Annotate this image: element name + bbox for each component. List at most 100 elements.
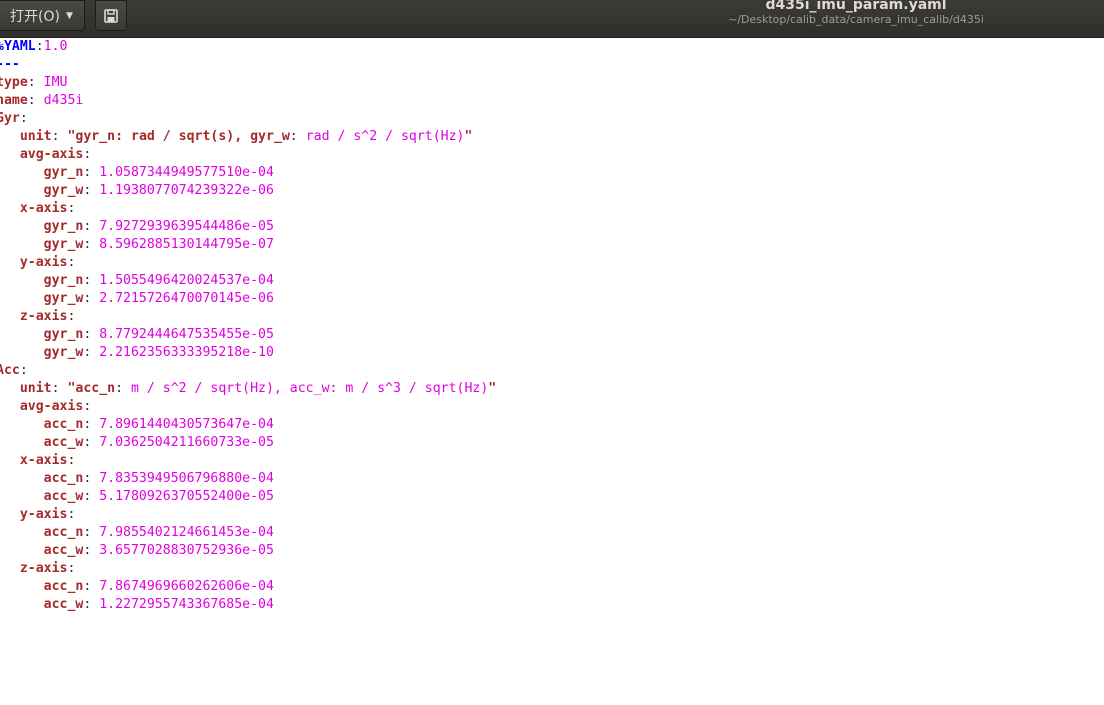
- yaml-key: acc_w: [43, 435, 84, 450]
- editor-line[interactable]: x-axis:: [0, 200, 1104, 218]
- editor-line[interactable]: avg-axis:: [0, 146, 1104, 164]
- editor-line[interactable]: acc_w: 5.1780926370552400e-05: [0, 488, 1104, 506]
- yaml-separator: :: [27, 75, 44, 90]
- yaml-value: 7.9272939639544486e-05: [99, 219, 274, 234]
- yaml-key: z-axis: [19, 309, 68, 324]
- yaml-separator: :: [83, 219, 100, 234]
- yaml-key: acc_n: [43, 417, 84, 432]
- yaml-separator: :: [83, 543, 100, 558]
- yaml-key: gyr_w: [43, 345, 84, 360]
- yaml-separator: :: [83, 399, 92, 414]
- yaml-key: y-axis: [19, 255, 68, 270]
- yaml-string-part: ": [464, 129, 473, 144]
- editor-line[interactable]: unit: "acc_n: m / s^2 / sqrt(Hz), acc_w:…: [0, 380, 1104, 398]
- yaml-key: unit: [19, 129, 52, 144]
- yaml-key: gyr_w: [43, 291, 84, 306]
- yaml-key: acc_n: [43, 471, 84, 486]
- yaml-separator: :: [67, 309, 76, 324]
- editor-line[interactable]: type: IMU: [0, 74, 1104, 92]
- yaml-key: gyr_w: [43, 183, 84, 198]
- editor-line[interactable]: gyr_n: 8.7792444647535455e-05: [0, 326, 1104, 344]
- editor-line[interactable]: acc_n: 7.9855402124661453e-04: [0, 524, 1104, 542]
- yaml-separator: :: [83, 435, 100, 450]
- open-button[interactable]: 打开(O) ▼: [0, 0, 85, 31]
- yaml-key: x-axis: [19, 453, 68, 468]
- yaml-string-separator: :: [289, 129, 306, 144]
- editor-line[interactable]: ---: [0, 56, 1104, 74]
- yaml-key: unit: [19, 381, 52, 396]
- editor-line[interactable]: acc_w: 7.0362504211660733e-05: [0, 434, 1104, 452]
- editor-line[interactable]: acc_n: 7.8674969660262606e-04: [0, 578, 1104, 596]
- yaml-key: acc_n: [43, 525, 84, 540]
- editor-line[interactable]: gyr_w: 1.1938077074239322e-06: [0, 182, 1104, 200]
- editor-line[interactable]: x-axis:: [0, 452, 1104, 470]
- yaml-key: y-axis: [19, 507, 68, 522]
- editor-line[interactable]: gyr_n: 7.9272939639544486e-05: [0, 218, 1104, 236]
- editor-line[interactable]: acc_n: 7.8961440430573647e-04: [0, 416, 1104, 434]
- editor-line[interactable]: z-axis:: [0, 308, 1104, 326]
- yaml-string-separator: :: [115, 381, 132, 396]
- yaml-separator: :: [83, 345, 100, 360]
- yaml-string-part: ": [488, 381, 497, 396]
- yaml-separator: :: [83, 417, 100, 432]
- editor-line[interactable]: y-axis:: [0, 506, 1104, 524]
- editor-line[interactable]: gyr_w: 8.5962885130144795e-07: [0, 236, 1104, 254]
- yaml-separator: :: [83, 471, 100, 486]
- window-path: ~/Desktop/calib_data/camera_imu_calib/d4…: [728, 13, 984, 26]
- yaml-string-part: "acc_n: [67, 381, 116, 396]
- yaml-key: avg-axis: [19, 399, 84, 414]
- editor-line[interactable]: acc_w: 1.2272955743367685e-04: [0, 596, 1104, 614]
- yaml-string-part: "gyr_n: rad / sqrt(s), gyr_w: [67, 129, 290, 144]
- yaml-directive: %YAML: [0, 39, 36, 54]
- document-save-icon[interactable]: [95, 0, 127, 31]
- editor-line[interactable]: avg-axis:: [0, 398, 1104, 416]
- yaml-separator: :: [83, 525, 100, 540]
- yaml-key: gyr_w: [43, 237, 84, 252]
- yaml-separator: :: [67, 507, 76, 522]
- yaml-value: 5.1780926370552400e-05: [99, 489, 274, 504]
- yaml-string-part: m / s^2 / sqrt(Hz), acc_w: m / s^3 / sqr…: [131, 381, 489, 396]
- yaml-separator: :: [67, 453, 76, 468]
- text-editor[interactable]: %YAML:1.0---type: IMUname: d435iGyr: uni…: [0, 38, 1104, 705]
- yaml-separator: :: [19, 363, 28, 378]
- editor-line[interactable]: unit: "gyr_n: rad / sqrt(s), gyr_w: rad …: [0, 128, 1104, 146]
- yaml-separator: :: [83, 237, 100, 252]
- editor-line[interactable]: gyr_n: 1.0587344949577510e-04: [0, 164, 1104, 182]
- editor-line[interactable]: name: d435i: [0, 92, 1104, 110]
- editor-line[interactable]: acc_n: 7.8353949506796880e-04: [0, 470, 1104, 488]
- editor-line[interactable]: %YAML:1.0: [0, 38, 1104, 56]
- window-title-block: d435i_imu_param.yaml ~/Desktop/calib_dat…: [660, 0, 1052, 27]
- yaml-value: 1.2272955743367685e-04: [99, 597, 274, 612]
- editor-line[interactable]: Gyr:: [0, 110, 1104, 128]
- yaml-key: avg-axis: [19, 147, 84, 162]
- yaml-separator: :: [19, 111, 28, 126]
- yaml-value: 2.2162356333395218e-10: [99, 345, 274, 360]
- yaml-value: 7.9855402124661453e-04: [99, 525, 274, 540]
- editor-line[interactable]: z-axis:: [0, 560, 1104, 578]
- editor-line[interactable]: gyr_w: 2.2162356333395218e-10: [0, 344, 1104, 362]
- editor-line[interactable]: y-axis:: [0, 254, 1104, 272]
- editor-line[interactable]: gyr_w: 2.7215726470070145e-06: [0, 290, 1104, 308]
- yaml-separator: :: [83, 147, 92, 162]
- chevron-down-icon[interactable]: ▼: [66, 11, 73, 21]
- yaml-value: 7.8674969660262606e-04: [99, 579, 274, 594]
- yaml-separator: :: [51, 381, 68, 396]
- open-button-label: 打开(O): [10, 8, 60, 25]
- editor-line[interactable]: gyr_n: 1.5055496420024537e-04: [0, 272, 1104, 290]
- editor-line[interactable]: acc_w: 3.6577028830752936e-05: [0, 542, 1104, 560]
- editor-line[interactable]: Acc:: [0, 362, 1104, 380]
- yaml-value: 3.6577028830752936e-05: [99, 543, 274, 558]
- yaml-separator: :: [51, 129, 68, 144]
- yaml-key: gyr_n: [43, 165, 84, 180]
